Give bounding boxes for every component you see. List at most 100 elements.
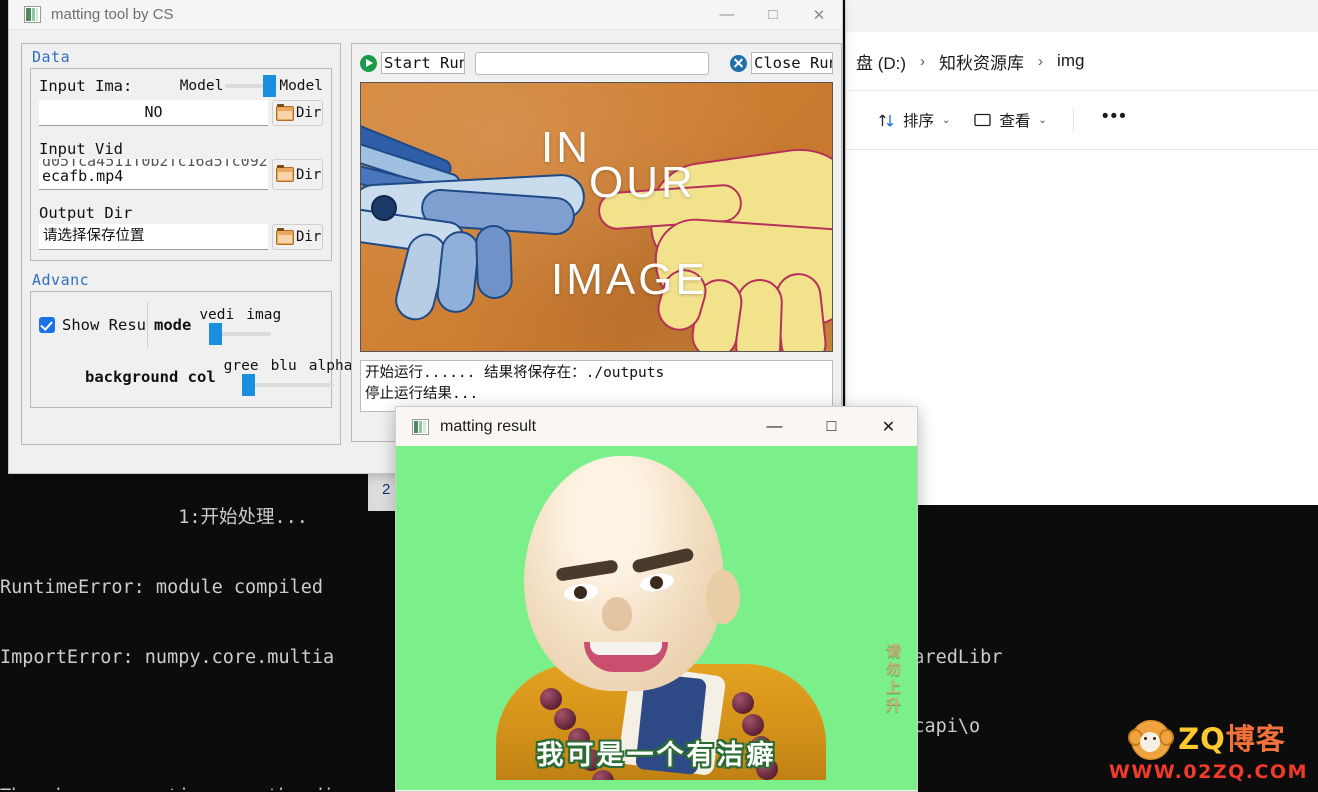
close-run-button[interactable]: Close Run [729,52,833,74]
advance-group-box: Show Resu mode vedi imag background col … [30,291,352,408]
close-button[interactable]: ✕ [796,0,842,29]
chevron-down-icon: ⌄ [1038,114,1047,126]
run-log-line: 停止运行结果... [365,386,479,402]
preview-text-image: IMAGE [551,255,708,304]
breadcrumb[interactable]: 盘 (D:) › 知秋资源库 › img [846,32,1318,90]
explorer-titlebar [846,0,1318,32]
input-video-field-row: d05Tca4511T0b2Tc16a5Tc092d2 ecafb.mp4 Di… [39,159,323,190]
model-slider-left-label: Model [179,78,224,94]
bg-tick-green: gree [223,358,259,374]
start-run-button[interactable]: Start Run [360,52,465,74]
breadcrumb-item-drive[interactable]: 盘 (D:) [852,49,910,74]
progress-field[interactable] [475,51,710,75]
breadcrumb-separator-icon: › [920,52,926,70]
breadcrumb-item-folder[interactable]: 知秋资源库 [935,49,1028,74]
background-color-slider-track[interactable] [242,374,335,396]
input-video-value-line2: ecafb.mp4 [42,167,124,185]
minimize-button[interactable]: — [704,0,750,29]
monitor-icon [974,113,992,126]
input-image-dir-label: Dir [296,105,322,121]
data-group-box: Input Ima: Model Model NO Dir Input Vid … [30,68,332,261]
result-bottom-strip [396,780,917,790]
input-video-dir-label: Dir [296,166,322,183]
image-preview[interactable]: IN OUR IMAGE [360,82,833,352]
view-button[interactable]: 查看 ⌄ [962,102,1058,138]
bg-tick-alpha: alpha [308,358,353,374]
mode-label: mode [154,316,192,334]
show-result-checkbox[interactable]: Show Resu [39,316,147,334]
app-title-label: matting tool by CS [51,6,174,23]
panel-divider [147,302,148,348]
input-image-dir-button[interactable]: Dir [272,100,323,126]
result-titlebar[interactable]: matting result — □ ✕ [396,407,917,446]
output-dir-field-row: 请选择保存位置 Dir [39,224,323,250]
output-dir-button[interactable]: Dir [272,224,323,250]
more-options-button[interactable]: ••• [1088,102,1142,138]
folder-icon [276,165,294,182]
preview-toolbar: Start Run Close Run [352,44,841,82]
matting-result-canvas: 请勿上升 我可是一个有洁癖 [396,446,917,790]
matting-result-window[interactable]: matting result — □ ✕ 请 勿 上 升 我可是一个有洁癖 [395,406,918,792]
model-slider-track[interactable] [225,75,278,97]
data-group-title: Data [32,48,71,66]
maximize-button[interactable]: □ [750,0,796,29]
preview-text-our: OUR [589,158,696,207]
input-video-label: Input Vid [39,140,123,158]
input-image-row: Input Ima: Model Model [39,75,323,97]
show-result-label: Show Resu [62,316,146,334]
input-image-field[interactable]: NO [39,100,268,126]
model-slider[interactable]: Model Model [179,75,323,97]
app-titlebar[interactable]: matting tool by CS — □ ✕ [9,0,842,30]
run-log: 开始运行...... 结果将保存在：./outputs 停止运行结果... [360,360,833,412]
app-window-controls: — □ ✕ [704,0,842,29]
mode-slider-thumb[interactable] [209,322,223,345]
sort-arrows-icon [879,114,894,126]
sort-button-label: 排序 [903,113,935,130]
chevron-down-icon: ⌄ [942,114,951,126]
breadcrumb-item-current[interactable]: img [1053,51,1088,71]
folder-icon [276,227,294,245]
breadcrumb-separator-icon: › [1038,52,1044,70]
matting-tool-window[interactable]: matting tool by CS — □ ✕ Data Input Ima:… [8,0,843,474]
output-dir-label: Output Dir [39,204,133,222]
background-color-label: background col [85,367,216,386]
result-window-controls: — □ ✕ [746,407,917,446]
input-video-field[interactable]: d05Tca4511T0b2Tc16a5Tc092d2 ecafb.mp4 [39,159,268,190]
sort-button[interactable]: 排序 ⌄ [866,102,962,138]
output-dir-button-label: Dir [296,229,322,245]
toolbar-divider [1072,109,1074,131]
output-dir-field[interactable]: 请选择保存位置 [39,224,268,250]
input-image-field-row: NO Dir [39,100,323,126]
watermark-brand-cn: 博客 [1225,722,1286,757]
close-circle-icon [729,54,747,72]
advance-group-title: Advanc [32,271,90,289]
mode-tick-imag: imag [246,306,282,323]
background-color-slider[interactable]: gree blu alpha [223,358,353,396]
start-run-label: Start Run [381,52,465,74]
mode-slider[interactable]: vedi imag [199,306,282,345]
checkbox-checked-icon [39,317,55,333]
preview-text-in: IN [541,123,591,172]
folder-icon [276,103,294,121]
close-run-label: Close Run [750,52,833,74]
maximize-button[interactable]: □ [803,407,860,446]
vertical-watermark-text: 请勿上升 [885,642,901,714]
explorer-toolbar: 排序 ⌄ 查看 ⌄ ••• [846,90,1318,150]
view-button-label: 查看 [999,113,1031,130]
input-image-label: Input Ima: [39,77,133,95]
bg-tick-blue: blu [270,358,297,374]
settings-panel: Data Input Ima: Model Model NO Dir Input… [21,43,352,445]
mode-slider-track[interactable] [209,322,272,345]
close-button[interactable]: ✕ [860,407,917,446]
input-video-dir-button[interactable]: Dir [272,159,323,190]
model-slider-thumb[interactable] [263,75,277,97]
preview-panel: Start Run Close Run IN OUR IMAGE 开始运行...… [351,43,842,442]
app-image-icon [412,418,429,435]
minimize-button[interactable]: — [746,407,803,446]
result-title-label: matting result [440,417,537,435]
model-slider-right-label: Model [279,78,323,94]
play-icon [360,54,377,72]
background-color-slider-thumb[interactable] [242,374,256,396]
run-log-line: 开始运行...... 结果将保存在：./outputs [365,365,665,381]
app-image-icon [24,6,41,23]
